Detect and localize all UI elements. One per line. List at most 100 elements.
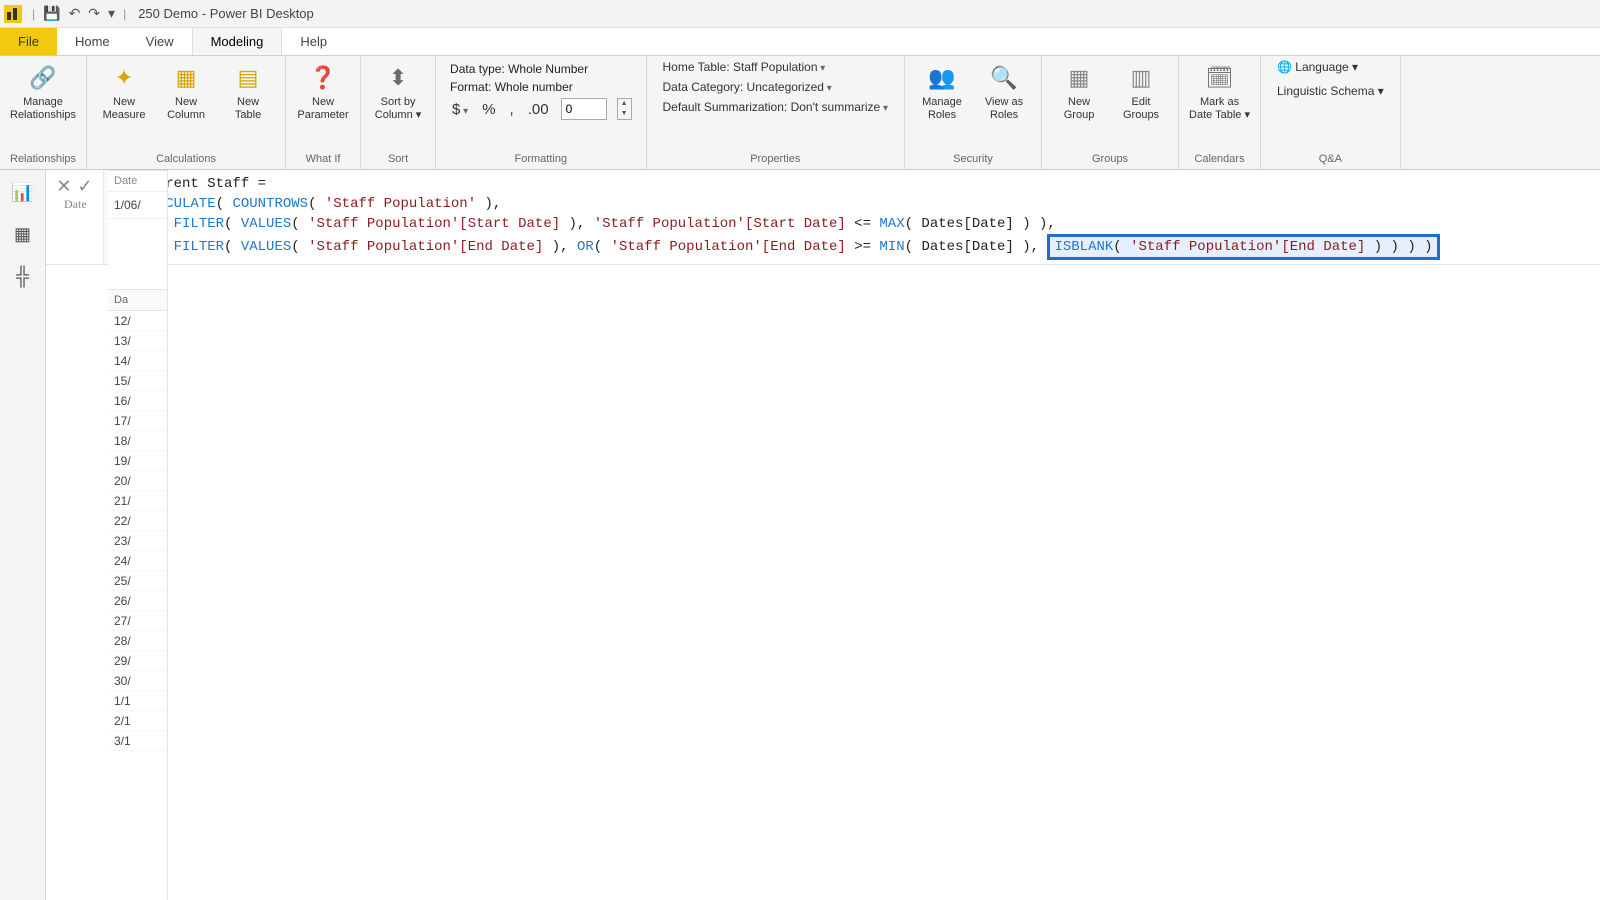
t-filter1: FILTER <box>174 216 224 232</box>
home-table-dropdown[interactable]: Home Table: Staff Population <box>663 60 889 74</box>
manage-roles-button[interactable]: 👥 Manage Roles <box>911 60 973 124</box>
ribbon-group-formatting: Data type: Whole Number Format: Whole nu… <box>436 56 646 169</box>
panel-row: 15/ <box>108 371 167 391</box>
formula-editor[interactable]: Current Staff = CALCULATE( COUNTROWS( 'S… <box>134 170 1600 264</box>
percent-button[interactable]: % <box>480 101 497 118</box>
panel-row: 2/1 <box>108 711 167 731</box>
panel-row: 26/ <box>108 591 167 611</box>
panel-row: 13/ <box>108 331 167 351</box>
undo-button[interactable]: ↶ <box>65 3 85 24</box>
new-group-button[interactable]: ▦ New Group <box>1048 60 1110 124</box>
view-as-roles-label: View as Roles <box>985 96 1023 122</box>
t-l4f: ), <box>543 239 577 255</box>
view-switch-rail: 📊 ▦ ╬ <box>0 170 46 900</box>
new-measure-button[interactable]: ✦ New Measure <box>93 60 155 124</box>
currency-button[interactable]: $ <box>450 101 470 118</box>
data-preview-panel: Date 1/06/ Da 12/13/14/15/16/17/18/19/20… <box>108 170 168 900</box>
panel-row: 22/ <box>108 511 167 531</box>
default-summarization-dropdown[interactable]: Default Summarization: Don't summarize <box>663 100 889 114</box>
ribbon-group-whatif: ❓ New Parameter What If <box>286 56 361 169</box>
t-min: MIN <box>879 239 904 255</box>
manage-relationships-label: Manage Relationships <box>10 96 76 122</box>
calendar-icon: 🗓 <box>1204 62 1236 94</box>
group-label-security: Security <box>953 153 993 167</box>
panel-row: 19/ <box>108 451 167 471</box>
t-l2b: ( <box>216 196 233 212</box>
qa-separator: | <box>32 7 35 21</box>
t-l4l: ( Dates[Date] ), <box>905 239 1039 255</box>
t-filter2: FILTER <box>174 239 224 255</box>
comma-button[interactable]: , <box>508 101 516 118</box>
tab-home[interactable]: Home <box>57 28 128 55</box>
t-values1: VALUES <box>241 216 291 232</box>
tab-modeling[interactable]: Modeling <box>192 28 283 55</box>
language-label: Language ▾ <box>1295 60 1358 74</box>
quick-access-more[interactable]: ▾ <box>104 3 119 24</box>
panel-row: 3/1 <box>108 731 167 751</box>
model-view-icon[interactable]: ╬ <box>9 264 37 288</box>
ribbon-group-calculations: ✦ New Measure ▦ New Column ▤ New Table C… <box>87 56 286 169</box>
table-icon: ▤ <box>232 62 264 94</box>
parameter-icon: ❓ <box>307 62 339 94</box>
t-hld: ) ) ) ) <box>1365 239 1432 255</box>
body-area: 📊 ▦ ╬ ✕ ✓ 1 Date 2 3 4 Current Staff = C… <box>0 170 1600 900</box>
mark-as-date-table-button[interactable]: 🗓 Mark as Date Table ▾ <box>1185 60 1254 124</box>
report-view-icon[interactable]: 📊 <box>9 180 37 204</box>
group-label-calendars: Calendars <box>1194 153 1244 167</box>
tab-file[interactable]: File <box>0 28 57 55</box>
decimal-icon: .00 <box>526 101 551 118</box>
panel-rows: 12/13/14/15/16/17/18/19/20/21/22/23/24/2… <box>108 311 167 751</box>
group-label-groups: Groups <box>1092 153 1128 167</box>
t-max: MAX <box>879 216 904 232</box>
new-table-button[interactable]: ▤ New Table <box>217 60 279 124</box>
decimals-spinner[interactable]: ▲▼ <box>617 98 632 120</box>
save-button[interactable]: 💾 <box>39 3 64 24</box>
t-l3f: ), <box>560 216 594 232</box>
group-label-sort: Sort <box>388 153 408 167</box>
panel-row: 20/ <box>108 471 167 491</box>
view-roles-icon: 🔍 <box>988 62 1020 94</box>
panel-row: 16/ <box>108 391 167 411</box>
panel-header-date: Date <box>108 171 167 192</box>
edit-groups-button[interactable]: ▥ Edit Groups <box>1110 60 1172 124</box>
panel-row: 17/ <box>108 411 167 431</box>
tab-view[interactable]: View <box>128 28 192 55</box>
linguistic-schema-dropdown[interactable]: Linguistic Schema ▾ <box>1277 84 1384 98</box>
group-label-qa: Q&A <box>1267 153 1394 167</box>
group-label-properties: Properties <box>653 153 899 167</box>
t-l3g: 'Staff Population'[Start Date] <box>594 216 846 232</box>
qa-separator-2: | <box>123 7 126 21</box>
relationships-icon: 🔗 <box>27 62 59 94</box>
new-measure-label: New Measure <box>103 96 146 122</box>
group-label-relationships: Relationships <box>10 153 76 167</box>
panel-row: 24/ <box>108 551 167 571</box>
decimals-input[interactable] <box>561 98 607 120</box>
ribbon-group-properties: Home Table: Staff Population Data Catego… <box>647 56 906 169</box>
t-hlb: ( <box>1113 239 1130 255</box>
new-parameter-button[interactable]: ❓ New Parameter <box>292 60 354 124</box>
panel-top-value: 1/06/ <box>108 192 167 219</box>
data-type-dropdown[interactable]: Data type: Whole Number <box>450 62 588 76</box>
panel-row: 18/ <box>108 431 167 451</box>
t-values2: VALUES <box>241 239 291 255</box>
sort-by-column-button[interactable]: ⬍ Sort by Column ▾ <box>367 60 429 124</box>
panel-row: 12/ <box>108 311 167 331</box>
data-view-icon[interactable]: ▦ <box>9 222 37 246</box>
language-dropdown[interactable]: 🌐 Language ▾ <box>1277 60 1384 74</box>
format-dropdown[interactable]: Format: Whole number <box>450 80 573 94</box>
group-label-formatting: Formatting <box>442 153 639 167</box>
redo-button[interactable]: ↷ <box>84 3 104 24</box>
tab-help[interactable]: Help <box>282 28 345 55</box>
sort-by-column-label: Sort by Column ▾ <box>375 96 421 122</box>
panel-row: 23/ <box>108 531 167 551</box>
app-icon <box>4 5 22 23</box>
t-l4b: ( <box>224 239 241 255</box>
highlighted-isblank: ISBLANK( 'Staff Population'[End Date] ) … <box>1047 234 1439 260</box>
t-l4d: ( <box>291 239 308 255</box>
manage-relationships-button[interactable]: 🔗 Manage Relationships <box>6 60 80 124</box>
ribbon: 🔗 Manage Relationships Relationships ✦ N… <box>0 56 1600 170</box>
new-column-button[interactable]: ▦ New Column <box>155 60 217 124</box>
view-as-roles-button[interactable]: 🔍 View as Roles <box>973 60 1035 124</box>
data-category-dropdown[interactable]: Data Category: Uncategorized <box>663 80 889 94</box>
new-column-label: New Column <box>167 96 205 122</box>
